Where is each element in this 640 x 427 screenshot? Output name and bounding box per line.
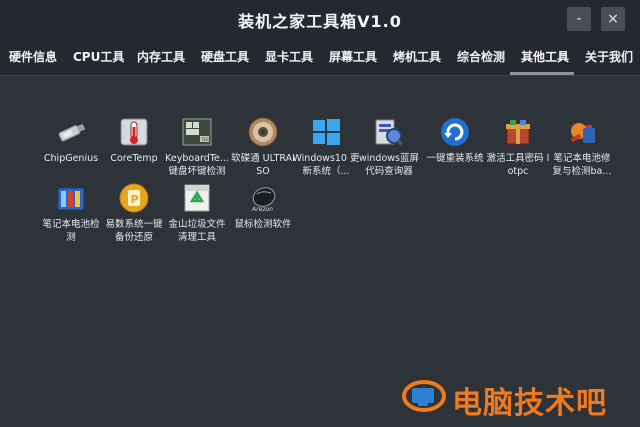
watermark: 电脑技术吧 <box>400 376 632 421</box>
svg-text:Arezon: Arezon <box>251 206 273 213</box>
tool-coretemp[interactable]: CoreTemp <box>100 116 168 165</box>
reinstall-system-icon <box>439 116 471 148</box>
thermometer-icon <box>118 116 150 148</box>
usb-drive-icon <box>55 116 87 148</box>
tool-ultraiso[interactable]: 软碟通 ULTRAISO <box>229 116 297 178</box>
tab-hardware-info[interactable]: 硬件信息 <box>9 48 57 65</box>
svg-text:TEST: TEST <box>200 137 212 142</box>
tab-disk-tools[interactable]: 硬盘工具 <box>201 48 249 65</box>
disc-icon <box>247 116 279 148</box>
backup-restore-icon: P <box>118 182 150 214</box>
tab-cpu-tools[interactable]: CPU工具 <box>73 48 124 65</box>
tool-junk-cleaner[interactable]: 金山垃圾文件 清理工具 <box>163 182 231 244</box>
tab-screen-tools[interactable]: 屏幕工具 <box>329 48 377 65</box>
tool-battery-test[interactable]: 笔记本电池检 测 <box>37 182 105 244</box>
app-title: 装机之家工具箱V1.0 <box>238 12 402 31</box>
tool-chipgenius[interactable]: ChipGenius <box>37 116 105 165</box>
battery-repair-icon <box>566 116 598 148</box>
tab-burn-in-tools[interactable]: 烤机工具 <box>393 48 441 65</box>
windows-logo-icon <box>310 116 342 148</box>
battery-test-icon <box>55 182 87 214</box>
tool-battery-repair[interactable]: 笔记本电池修 复与检测ba... <box>548 116 616 178</box>
close-button[interactable]: × <box>601 7 625 31</box>
tool-backup-restore[interactable]: P 易数系统一键 备份还原 <box>100 182 168 244</box>
title-bar: 装机之家工具箱V1.0 - × <box>0 0 640 37</box>
tool-keyboard-test[interactable]: TEST KeyboardTe... 键盘坏键检测 <box>163 116 231 178</box>
keyboard-test-icon: TEST <box>181 116 213 148</box>
tab-comprehensive-test[interactable]: 综合检测 <box>457 48 505 65</box>
tool-mouse-test[interactable]: Arezon 鼠标检测软件 <box>229 182 297 231</box>
tab-about-us[interactable]: 关于我们 <box>585 48 633 65</box>
svg-text:P: P <box>131 193 139 206</box>
tool-windows10-update[interactable]: Windows10 更新系统（... <box>292 116 360 178</box>
tab-other-tools[interactable]: 其他工具 <box>521 48 569 65</box>
active-tab-indicator <box>510 72 574 75</box>
tab-bar: 硬件信息 CPU工具 内存工具 硬盘工具 显卡工具 屏幕工具 烤机工具 综合检测… <box>0 37 640 76</box>
recycle-cleaner-icon <box>181 182 213 214</box>
tab-gpu-tools[interactable]: 显卡工具 <box>265 48 313 65</box>
bluescreen-viewer-icon <box>373 116 405 148</box>
tool-reinstall-system[interactable]: 一键重装系统 <box>421 116 489 165</box>
watermark-logo-icon <box>402 380 446 412</box>
minimize-button[interactable]: - <box>567 7 591 31</box>
mouse-test-icon: Arezon <box>247 182 279 214</box>
watermark-text: 电脑技术吧 <box>452 386 607 421</box>
activation-tool-icon <box>502 116 534 148</box>
tool-bluescreen-viewer[interactable]: windows蓝屏 代码查询器 <box>355 116 423 178</box>
tab-memory-tools[interactable]: 内存工具 <box>137 48 185 65</box>
tool-activation-lotpc[interactable]: 激活工具密码 lotpc <box>484 116 552 178</box>
